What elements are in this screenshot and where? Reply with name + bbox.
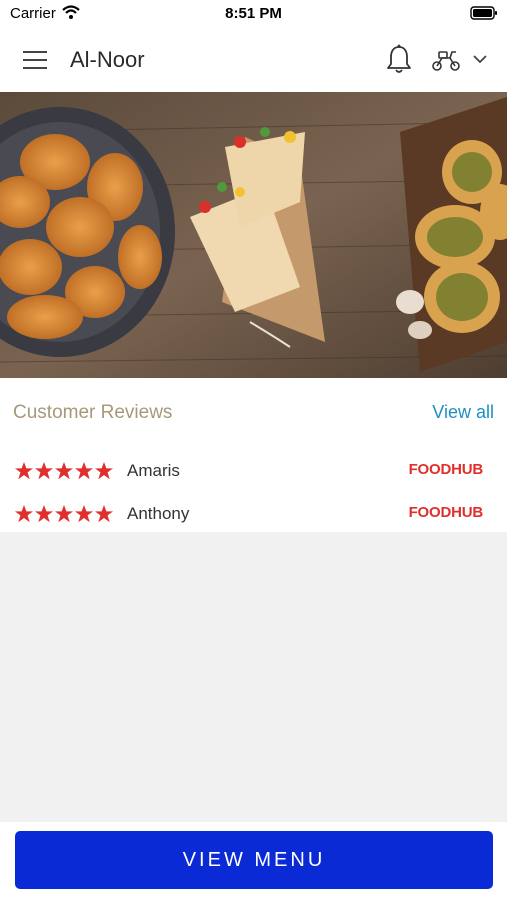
bell-icon[interactable] bbox=[386, 44, 412, 74]
review-row: Amaris FOODHUB bbox=[0, 455, 507, 491]
hero-banner bbox=[0, 92, 507, 378]
customer-reviews-section: Customer Reviews View all Amaris FOODHUB bbox=[0, 378, 507, 532]
chevron-down-icon[interactable] bbox=[472, 53, 488, 65]
reviewer-name: Anthony bbox=[127, 504, 190, 523]
status-bar: Carrier 8:51 PM bbox=[0, 0, 507, 28]
app-title: Al-Noor bbox=[70, 47, 145, 72]
reviews-title: Customer Reviews bbox=[13, 402, 173, 423]
review-row: Anthony FOODHUB bbox=[0, 498, 507, 534]
view-menu-button[interactable]: VIEW MENU bbox=[15, 831, 493, 889]
food-banner-image bbox=[0, 92, 507, 378]
scooter-icon[interactable] bbox=[430, 48, 462, 72]
review-source-logo: FOODHUB bbox=[408, 461, 484, 478]
battery-icon bbox=[470, 6, 497, 20]
review-source-logo: FOODHUB bbox=[408, 504, 484, 521]
status-time: 8:51 PM bbox=[225, 5, 282, 22]
view-all-link[interactable]: View all bbox=[432, 402, 494, 423]
reviewer-name: Amaris bbox=[127, 461, 180, 480]
app-header: Al-Noor bbox=[0, 28, 507, 92]
rating-stars bbox=[15, 505, 113, 523]
rating-stars bbox=[15, 462, 113, 480]
menu-icon[interactable] bbox=[22, 50, 48, 70]
